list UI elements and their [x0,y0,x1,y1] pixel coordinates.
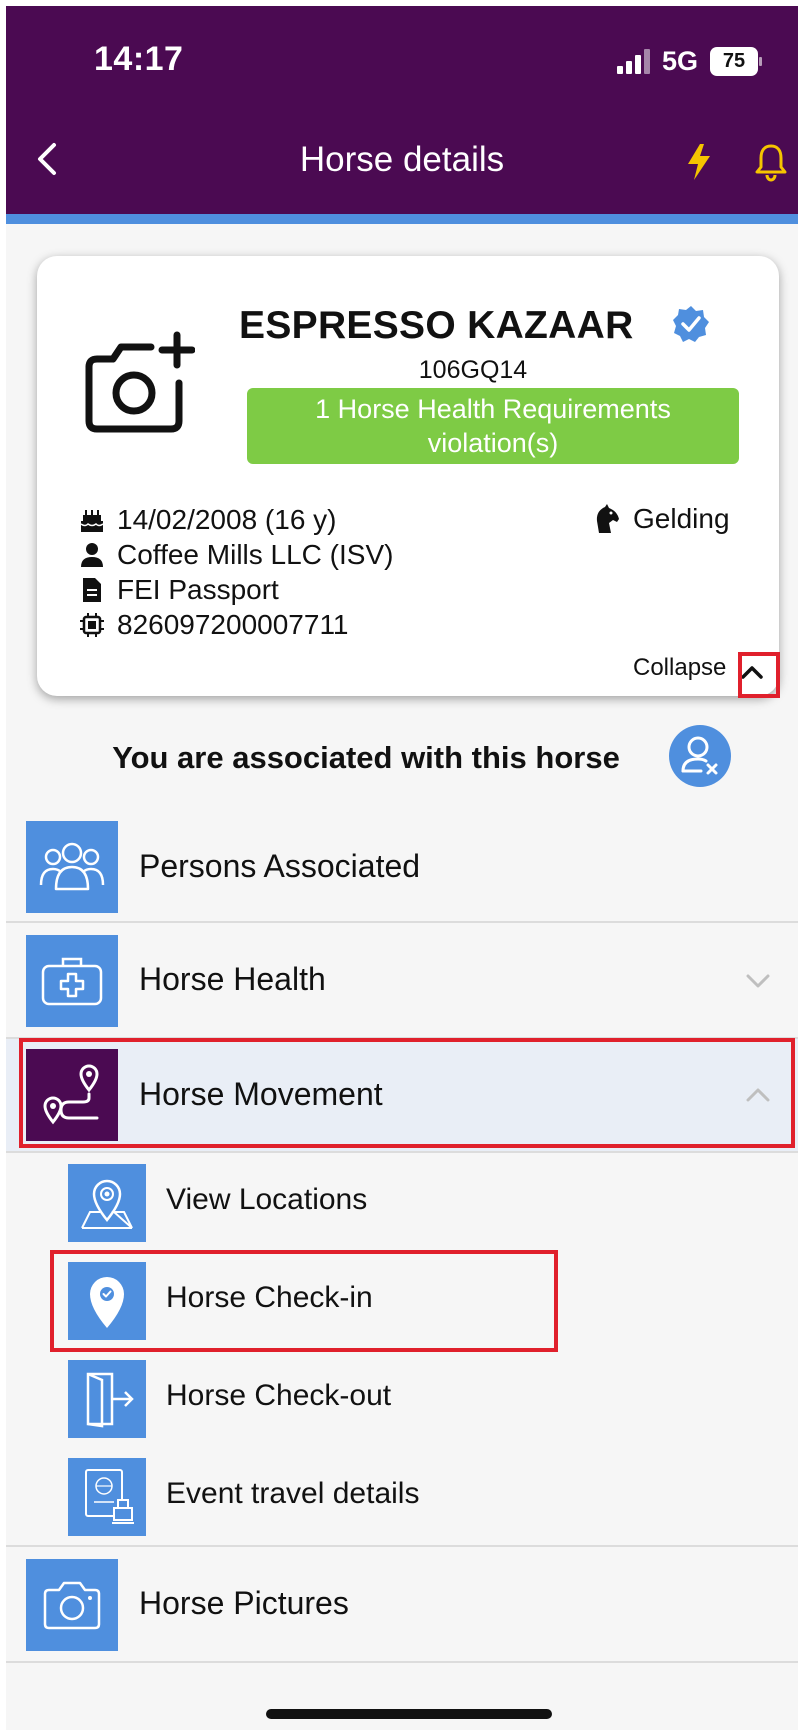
menu-label-pictures: Horse Pictures [139,1585,349,1621]
birthday-cake-icon [79,506,105,534]
document-icon [79,576,105,604]
exit-door-icon [86,1372,134,1428]
pictures-tile [26,1559,118,1651]
camera-plus-icon [85,331,196,433]
add-photo-button[interactable] [79,331,196,435]
owner-name: Coffee Mills LLC (ISV) [117,539,394,570]
person-icon [79,541,105,569]
birth-date-row: 14/02/2008 (16 y) [79,503,337,537]
violation-text-line1: 1 Horse Health Requirements [315,394,671,424]
submenu-label-travel: Event travel details [166,1477,420,1510]
passport-icon [85,1469,134,1524]
app-header: 14:17 5G 75 Horse details [6,6,798,214]
submenu-view-locations[interactable]: View Locations [6,1153,798,1251]
highlight-collapse [738,652,780,698]
highlight-horse-checkin [50,1250,558,1352]
user-remove-icon [681,736,718,775]
status-time: 14:17 [94,40,184,78]
menu-label-health: Horse Health [139,961,326,997]
quick-action-button[interactable] [684,142,714,182]
menu-horse-pictures[interactable]: Horse Pictures [6,1545,798,1663]
notifications-button[interactable] [754,142,788,182]
page-title: Horse details [299,140,505,179]
chip-icon [79,611,105,639]
health-violation-banner[interactable]: 1 Horse Health Requirements violation(s) [247,388,739,464]
violation-text-line2: violation(s) [427,428,559,458]
highlight-horse-movement [19,1038,795,1148]
horse-name: ESPRESSO KAZAAR [239,304,634,347]
sex-row: Gelding [591,503,730,535]
chip-row: 826097200007711 [79,608,349,642]
camera-icon [43,1581,101,1630]
persons-tile [26,821,118,913]
collapse-label: Collapse [633,654,727,681]
checkout-tile [68,1360,146,1438]
status-indicators: 5G 75 [616,45,762,76]
horse-head-icon [591,503,621,535]
horse-summary-card: ESPRESSO KAZAAR 106GQ14 1 Horse Health R… [37,256,779,696]
passport-type: FEI Passport [117,574,279,605]
menu-persons-associated[interactable]: Persons Associated [6,811,798,923]
screen: 14:17 5G 75 Horse details ESPRESSO KAZAA… [6,6,798,1730]
submenu-horse-checkout[interactable]: Horse Check-out [6,1349,798,1447]
birth-date: 14/02/2008 (16 y) [117,504,337,535]
menu-label-persons: Persons Associated [139,848,421,884]
association-status: You are associated with this horse [112,740,620,775]
disassociate-button[interactable] [669,725,731,787]
home-indicator [266,1709,552,1719]
view-locations-tile [68,1164,146,1242]
bolt-icon [688,144,710,180]
horse-sex: Gelding [633,503,730,534]
people-group-icon [39,842,105,891]
chevron-down-icon [746,974,770,988]
horse-id: 106GQ14 [418,356,528,384]
medical-kit-icon [41,957,103,1006]
health-tile [26,935,118,1027]
travel-tile [68,1458,146,1536]
owner-row: Coffee Mills LLC (ISV) [79,538,393,572]
submenu-event-travel[interactable]: Event travel details [6,1447,798,1545]
network-label: 5G [661,45,698,76]
header-accent-bar [6,214,798,224]
passport-row: FEI Passport [79,573,279,607]
submenu-label-checkout: Horse Check-out [166,1379,392,1412]
battery-icon: 75 [710,46,762,76]
menu-horse-health[interactable]: Horse Health [6,923,798,1039]
verified-badge-icon [671,304,711,344]
microchip-number: 826097200007711 [117,609,349,640]
bell-icon [755,144,787,182]
map-pin-icon [81,1179,133,1229]
signal-icon [616,48,650,74]
submenu-label-view-locations: View Locations [166,1183,368,1216]
